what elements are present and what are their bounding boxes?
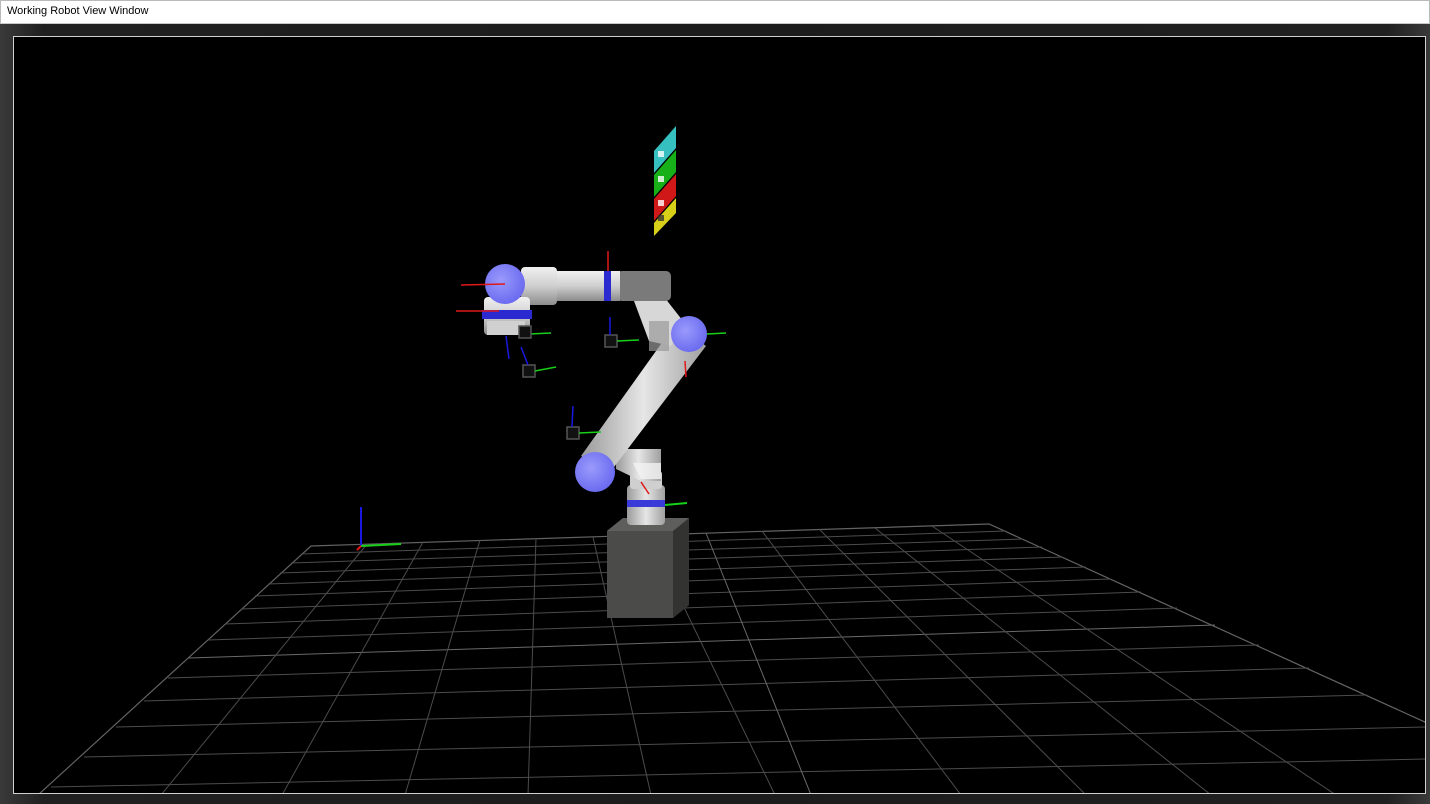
status-indicator-panels [654, 126, 676, 236]
floor-grid [39, 523, 1425, 793]
robot-scene[interactable] [14, 37, 1425, 793]
robot-forearm [521, 267, 671, 305]
robot-pedestal [607, 518, 689, 618]
title-bar[interactable]: Working Robot View Window [0, 0, 1430, 24]
window-title: Working Robot View Window [7, 5, 149, 17]
joint-shoulder [575, 452, 615, 492]
robot-view-window: Working Robot View Window [0, 0, 1430, 804]
joint-elbow [671, 316, 707, 352]
3d-viewport[interactable] [13, 36, 1426, 794]
